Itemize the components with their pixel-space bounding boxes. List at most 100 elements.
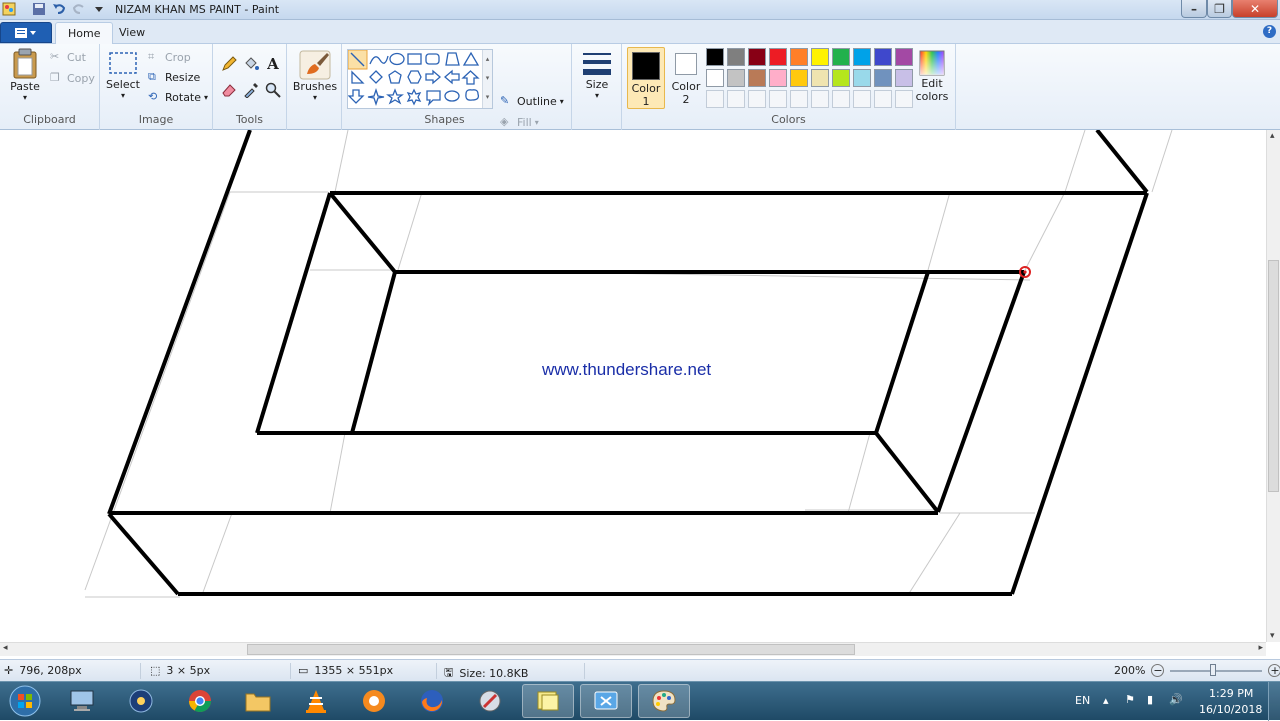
palette-swatch[interactable] (874, 48, 892, 66)
customize-quick-access-icon[interactable] (92, 2, 106, 16)
zoom-slider[interactable] (1170, 663, 1263, 676)
size-group: Size ▾ (572, 44, 622, 130)
palette-swatch[interactable] (727, 48, 745, 66)
fill-tool[interactable] (241, 54, 261, 74)
custom-color-slot[interactable] (790, 90, 808, 108)
taskbar-chrome[interactable] (174, 684, 226, 718)
palette-swatch[interactable] (769, 48, 787, 66)
clock-date[interactable]: 16/10/2018 (1199, 703, 1262, 716)
zoom-in-icon[interactable]: + (1268, 664, 1280, 677)
text-tool[interactable]: A (263, 54, 283, 74)
palette-swatch[interactable] (874, 69, 892, 87)
custom-color-slot[interactable] (874, 90, 892, 108)
vertical-scroll-thumb[interactable] (1268, 260, 1279, 492)
color2-button[interactable]: Color 2 (669, 51, 703, 106)
size-button[interactable]: Size ▾ (580, 50, 614, 100)
scroll-up-arrow[interactable]: ▴ (1270, 131, 1275, 141)
taskbar-computer[interactable] (56, 684, 108, 718)
outline-button[interactable]: ✎ Outline ▾ (500, 94, 564, 108)
line-size-icon (583, 53, 611, 75)
volume-icon[interactable]: 🔊 (1169, 693, 1183, 706)
copy-button[interactable]: ❐ Copy (50, 71, 95, 85)
paste-button[interactable]: Paste ▾ (8, 48, 42, 102)
help-icon[interactable]: ? (1263, 25, 1276, 38)
taskbar-snipping[interactable] (580, 684, 632, 718)
brushes-button[interactable]: Brushes ▾ (293, 50, 337, 102)
zoom-out-icon[interactable]: − (1151, 664, 1165, 677)
color-picker-tool[interactable] (241, 80, 261, 100)
taskbar-media[interactable] (115, 684, 167, 718)
zoom-slider-thumb[interactable] (1210, 663, 1217, 676)
fill-button[interactable]: ◈ Fill ▾ (500, 115, 539, 129)
select-button[interactable]: Select ▾ (106, 50, 140, 100)
palette-swatch[interactable] (853, 48, 871, 66)
tab-view[interactable]: View (107, 22, 157, 44)
vertical-scrollbar[interactable]: ▴ ▾ (1266, 130, 1280, 642)
custom-color-slot[interactable] (832, 90, 850, 108)
scroll-left-arrow[interactable]: ◂ (3, 643, 8, 653)
magnifier-tool[interactable] (263, 80, 283, 100)
palette-swatch[interactable] (853, 69, 871, 87)
custom-color-slot[interactable] (853, 90, 871, 108)
taskbar-vlc[interactable] (290, 684, 342, 718)
cut-button[interactable]: ✂ Cut (50, 50, 86, 64)
media-player-icon (129, 689, 153, 713)
action-center-icon[interactable]: ⚑ (1125, 693, 1135, 706)
palette-swatch[interactable] (706, 48, 724, 66)
color1-button[interactable]: Color 1 (627, 47, 665, 109)
palette-swatch[interactable] (811, 48, 829, 66)
palette-swatch[interactable] (748, 69, 766, 87)
palette-swatch[interactable] (832, 48, 850, 66)
show-desktop-button[interactable] (1268, 682, 1280, 721)
palette-swatch[interactable] (706, 69, 724, 87)
crop-button[interactable]: ⌗ Crop (148, 50, 191, 64)
custom-color-slot[interactable] (895, 90, 913, 108)
custom-color-slot[interactable] (727, 90, 745, 108)
undo-icon[interactable] (52, 2, 66, 16)
custom-color-slot[interactable] (811, 90, 829, 108)
scroll-down-arrow[interactable]: ▾ (1270, 631, 1275, 641)
custom-color-slot[interactable] (706, 90, 724, 108)
save-icon[interactable] (32, 2, 46, 16)
language-indicator[interactable]: EN (1075, 694, 1090, 707)
taskbar-notes[interactable] (522, 684, 574, 718)
palette-swatch[interactable] (769, 69, 787, 87)
shapes-scroll[interactable]: ▴ ▾ ▾ (482, 50, 492, 108)
custom-color-slot[interactable] (769, 90, 787, 108)
drawing-canvas[interactable]: www.thundershare.net (0, 130, 1266, 642)
taskbar-app-orange[interactable] (348, 684, 400, 718)
palette-swatch[interactable] (895, 69, 913, 87)
power-icon[interactable]: ▮ (1147, 693, 1153, 706)
start-button[interactable] (0, 684, 50, 718)
select-label: Select (106, 78, 140, 91)
file-menu-button[interactable] (0, 22, 52, 43)
show-hidden-icons[interactable]: ▴ (1103, 694, 1109, 707)
palette-swatch[interactable] (832, 69, 850, 87)
rotate-button[interactable]: ⟲ Rotate ▾ (148, 90, 208, 104)
restore-button[interactable]: ❐ (1207, 0, 1232, 18)
minimize-button[interactable]: – (1181, 0, 1207, 18)
magnifier-icon (265, 82, 281, 98)
palette-swatch[interactable] (790, 69, 808, 87)
tab-home[interactable]: Home (55, 22, 114, 44)
horizontal-scroll-thumb[interactable] (247, 644, 855, 655)
palette-swatch[interactable] (748, 48, 766, 66)
scroll-right-arrow[interactable]: ▸ (1258, 643, 1263, 653)
eraser-tool[interactable] (219, 80, 239, 100)
taskbar-explorer[interactable] (232, 684, 284, 718)
resize-button[interactable]: ⧉ Resize (148, 70, 200, 84)
pencil-tool[interactable] (219, 54, 239, 74)
taskbar-firefox[interactable] (406, 684, 458, 718)
horizontal-scrollbar[interactable]: ◂ ▸ (0, 642, 1266, 656)
status-bar: ✛ 796, 208px ⬚ 3 × 5px ▭ 1355 × 551px 🖫 … (0, 659, 1280, 681)
palette-swatch[interactable] (790, 48, 808, 66)
palette-swatch[interactable] (727, 69, 745, 87)
custom-color-slot[interactable] (748, 90, 766, 108)
taskbar-paint[interactable] (638, 684, 690, 718)
palette-swatch[interactable] (811, 69, 829, 87)
palette-swatch[interactable] (895, 48, 913, 66)
clock-time[interactable]: 1:29 PM (1209, 687, 1253, 700)
taskbar-tool[interactable] (464, 684, 516, 718)
edit-colors-button[interactable]: Edit colors (914, 49, 950, 103)
close-button[interactable]: ✕ (1232, 0, 1278, 18)
